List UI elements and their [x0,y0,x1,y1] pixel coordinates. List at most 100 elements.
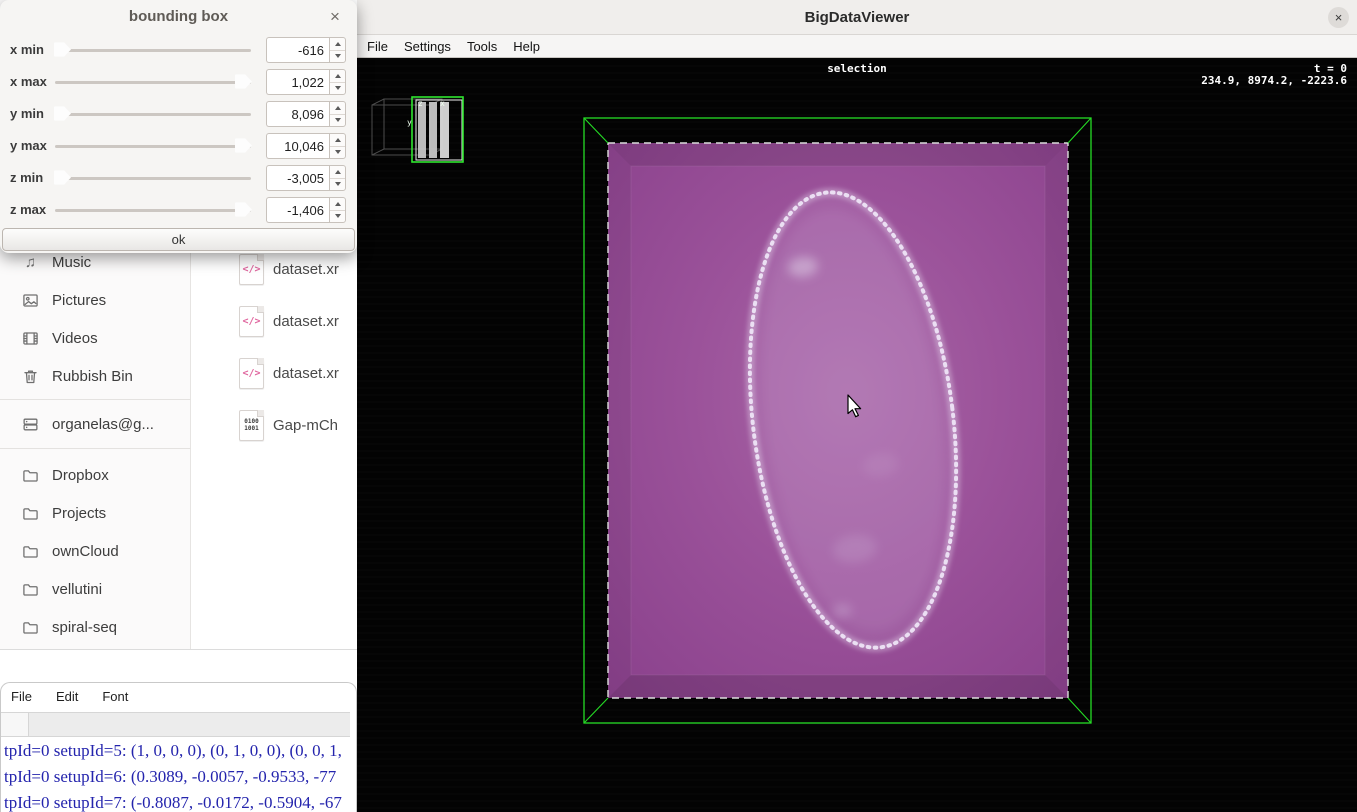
sidebar-item-vellutini[interactable]: vellutini [0,570,191,608]
log-menu-file[interactable]: File [11,689,32,704]
xml-file-icon: </> [239,357,264,389]
slider-label: y max [10,138,47,153]
sidebar-item-label: organelas@g... [52,415,154,433]
close-icon[interactable]: × [323,5,347,29]
sidebar-item-label: ownCloud [52,542,119,560]
slider-thumb[interactable] [235,138,252,153]
spin-down-icon[interactable] [330,49,345,63]
slider-row-x-min: x min [0,34,357,66]
sidebar-item-projects[interactable]: Projects [0,494,191,532]
slider-track[interactable] [55,113,251,116]
slider-track[interactable] [55,209,251,212]
z-min-input[interactable] [266,165,329,191]
log-scrollbar[interactable] [1,712,350,737]
spin-down-icon[interactable] [330,81,345,95]
file-name: dataset.xr [273,260,339,278]
pictures-icon [23,293,38,307]
folder-icon [23,507,38,520]
spin-up-icon[interactable] [330,102,345,114]
sidebar-item-videos[interactable]: Videos [0,319,191,357]
x-min-input[interactable] [266,37,329,63]
spin-down-icon[interactable] [330,145,345,159]
slider-row-z-max: z max [0,194,357,226]
dialog-title: bounding box [128,8,229,25]
sidebar-item-pictures[interactable]: Pictures [0,281,191,319]
spinner-buttons[interactable] [329,37,346,63]
y-max-slider[interactable] [54,130,252,162]
spinner-buttons[interactable] [329,133,346,159]
spin-up-icon[interactable] [330,198,345,210]
sidebar-item-rubbish-bin[interactable]: Rubbish Bin [0,357,191,395]
minimap-axis-x: x [440,99,445,108]
sidebar-item-label: Rubbish Bin [52,367,133,385]
sidebar-item-label: Videos [52,329,98,347]
log-menu-edit[interactable]: Edit [56,689,78,704]
slider-thumb[interactable] [235,202,252,217]
sidebar-item-label: Music [52,253,92,271]
y-min-spinbox [266,101,346,127]
ok-button[interactable]: ok [2,228,355,251]
spin-down-icon[interactable] [330,209,345,223]
close-icon[interactable]: × [1328,7,1349,28]
screen: ♫ Music Pictures Videos Rubbish Bin orga… [0,0,1357,812]
file-item[interactable]: </> dataset.xr [239,356,357,390]
slider-track[interactable] [55,49,251,52]
spin-down-icon[interactable] [330,113,345,127]
log-lines: tpId=0 setupId=5: (1, 0, 0, 0), (0, 1, 0… [4,741,356,812]
slider-thumb[interactable] [54,42,71,57]
file-item[interactable]: </> dataset.xr [239,252,357,286]
spin-up-icon[interactable] [330,134,345,146]
z-max-input[interactable] [266,197,329,223]
menu-file[interactable]: File [359,39,396,54]
bounding-box-3d [583,117,1092,724]
viewer-scene[interactable]: z x y [357,58,1357,812]
x-max-slider[interactable] [54,66,252,98]
menu-tools[interactable]: Tools [459,39,505,54]
y-min-slider[interactable] [54,98,252,130]
slider-thumb[interactable] [235,74,252,89]
slider-thumb[interactable] [54,170,71,185]
overlay-coordinates: 234.9, 8974.2, -2223.6 [1201,74,1347,87]
sidebar-item-owncloud[interactable]: ownCloud [0,532,191,570]
menu-settings[interactable]: Settings [396,39,459,54]
spinner-buttons[interactable] [329,165,346,191]
spin-up-icon[interactable] [330,70,345,82]
log-scrollbar-thumb[interactable] [1,713,29,736]
file-item[interactable]: </> dataset.xr [239,304,357,338]
spinner-buttons[interactable] [329,101,346,127]
y-max-input[interactable] [266,133,329,159]
sidebar-item-dropbox[interactable]: Dropbox [0,456,191,494]
spinner-buttons[interactable] [329,197,346,223]
file-item[interactable]: 0100 1001 Gap-mCh [239,408,357,442]
sidebar-item-remote-account[interactable]: organelas@g... [0,405,191,443]
folder-icon [23,621,38,634]
minimap[interactable]: z x y [371,96,464,163]
slider-label: x max [10,74,47,89]
menu-help[interactable]: Help [505,39,548,54]
x-max-input[interactable] [266,69,329,95]
spin-up-icon[interactable] [330,38,345,50]
z-min-slider[interactable] [54,162,252,194]
y-min-input[interactable] [266,101,329,127]
x-max-spinbox [266,69,346,95]
sidebar-item-label: Dropbox [52,466,109,484]
sidebar-item-label: vellutini [52,580,103,598]
x-min-spinbox [266,37,346,63]
z-min-spinbox [266,165,346,191]
z-max-slider[interactable] [54,194,252,226]
slider-thumb[interactable] [54,106,71,121]
slider-label: x min [10,42,44,57]
sidebar-item-spiral-seq[interactable]: spiral-seq [0,608,191,646]
file-name: dataset.xr [273,364,339,382]
x-min-slider[interactable] [54,34,252,66]
slider-track[interactable] [55,177,251,180]
slider-row-x-max: x max [0,66,357,98]
viewer-canvas[interactable]: selection t = 0 234.9, 8974.2, -2223.6 z… [357,58,1357,812]
slider-track[interactable] [55,81,251,84]
spin-up-icon[interactable] [330,166,345,178]
minimap-axis-y: y [407,118,412,127]
slider-track[interactable] [55,145,251,148]
spin-down-icon[interactable] [330,177,345,191]
log-menu-font[interactable]: Font [102,689,128,704]
spinner-buttons[interactable] [329,69,346,95]
